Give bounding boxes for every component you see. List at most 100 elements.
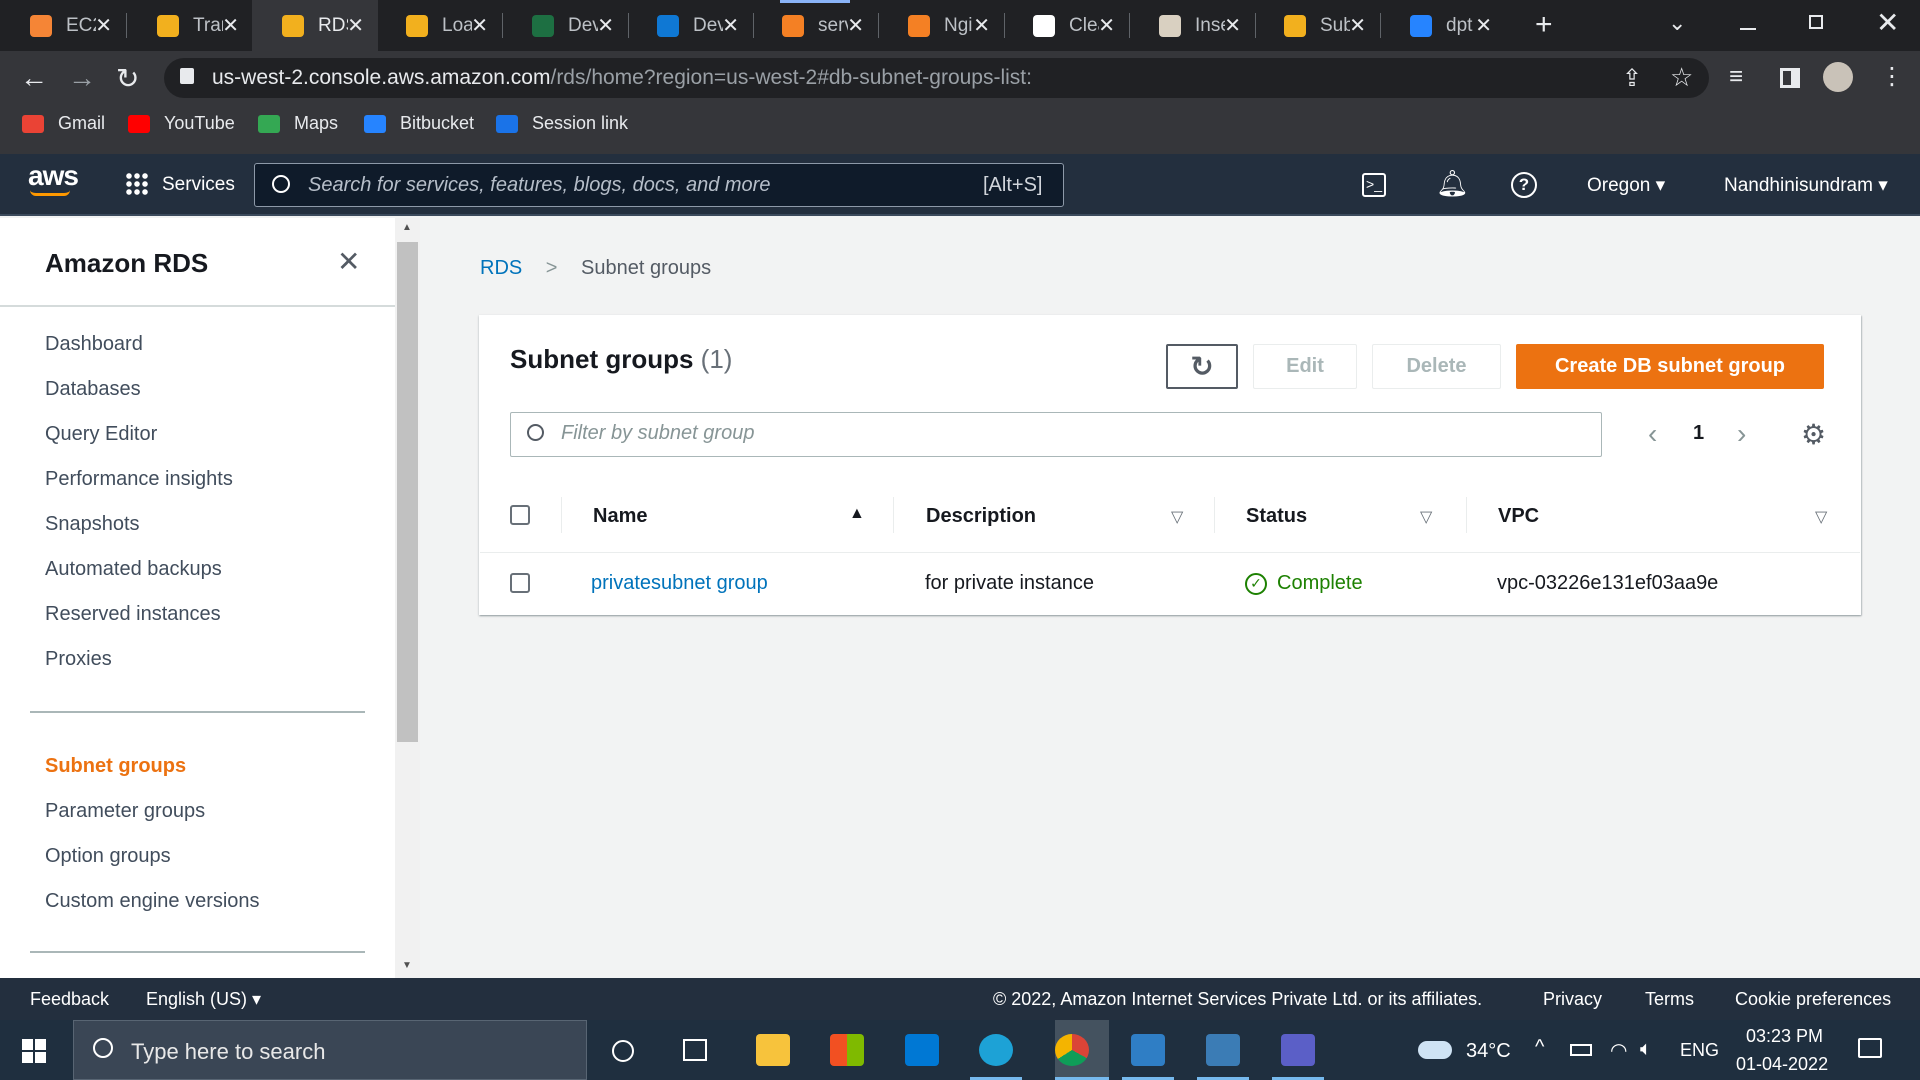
sidebar-item-custom-engine-versions[interactable]: Custom engine versions xyxy=(45,890,260,913)
sidebar-item-reserved-instances[interactable]: Reserved instances xyxy=(45,603,221,626)
bookmark-star-icon[interactable]: ☆ xyxy=(1670,62,1693,93)
sidebar-item-performance-insights[interactable]: Performance insights xyxy=(45,468,233,491)
chrome-menu-icon[interactable]: ⋮ xyxy=(1880,62,1904,91)
sidebar-item-dashboard[interactable]: Dashboard xyxy=(45,333,143,356)
prev-page-icon[interactable]: ‹ xyxy=(1648,418,1657,450)
column-header-name[interactable]: Name xyxy=(593,505,647,528)
browser-tab[interactable]: Clea✕ xyxy=(1003,0,1129,51)
scroll-up-arrow-icon[interactable]: ▲ xyxy=(402,222,412,233)
tab-close-icon[interactable]: ✕ xyxy=(722,13,739,38)
sort-icon[interactable]: ▽ xyxy=(1420,507,1432,527)
bookmark-bitbucket[interactable]: Bitbucket xyxy=(364,113,474,134)
remote-desktop-icon[interactable] xyxy=(1131,1034,1165,1066)
mysql-workbench-icon[interactable] xyxy=(1206,1034,1240,1066)
services-grid-icon[interactable] xyxy=(125,172,149,196)
tab-close-icon[interactable]: ✕ xyxy=(471,13,488,38)
help-icon[interactable]: ? xyxy=(1511,172,1537,198)
browser-tab[interactable]: Inse✕ xyxy=(1129,0,1255,51)
browser-tab[interactable]: Dev ✕ xyxy=(502,0,628,51)
browser-tab[interactable]: Ngi ✕ xyxy=(878,0,1004,51)
column-header-status[interactable]: Status xyxy=(1246,505,1307,528)
sidebar-item-query-editor[interactable]: Query Editor xyxy=(45,423,157,446)
notification-center-icon[interactable] xyxy=(1858,1038,1882,1058)
tab-close-icon[interactable]: ✕ xyxy=(597,13,614,38)
scroll-thumb[interactable] xyxy=(397,242,418,742)
tab-close-icon[interactable]: ✕ xyxy=(1349,13,1366,38)
sort-ascending-icon[interactable]: ▲ xyxy=(849,505,865,523)
chrome-icon[interactable] xyxy=(1055,1034,1089,1066)
column-header-vpc[interactable]: VPC xyxy=(1498,505,1539,528)
services-menu[interactable]: Services xyxy=(162,174,235,196)
close-window-button[interactable]: ✕ xyxy=(1876,6,1899,39)
weather-cloud-icon[interactable] xyxy=(1418,1041,1452,1059)
browser-tab[interactable]: Loa ✕ xyxy=(376,0,502,51)
sidebar-item-automated-backups[interactable]: Automated backups xyxy=(45,558,222,581)
feedback-link[interactable]: Feedback xyxy=(30,989,109,1010)
edge-icon[interactable] xyxy=(979,1034,1013,1066)
sidebar-item-databases[interactable]: Databases xyxy=(45,378,141,401)
select-all-checkbox[interactable] xyxy=(510,505,530,525)
windows-start-icon[interactable] xyxy=(22,1039,46,1063)
create-db-subnet-group-button[interactable]: Create DB subnet group xyxy=(1516,344,1824,389)
bookmark-youtube[interactable]: YouTube xyxy=(128,113,235,134)
restore-window-button[interactable] xyxy=(1809,15,1823,29)
input-language[interactable]: ENG xyxy=(1680,1040,1719,1061)
profile-avatar[interactable] xyxy=(1823,62,1853,92)
volume-icon[interactable]: 🔈︎ xyxy=(1640,1038,1652,1061)
browser-tab[interactable]: Dev ✕ xyxy=(627,0,753,51)
aws-search-input[interactable]: Search for services, features, blogs, do… xyxy=(308,174,770,197)
sort-icon[interactable]: ▽ xyxy=(1171,507,1183,527)
reading-list-icon[interactable]: ≡ xyxy=(1729,63,1743,91)
battery-icon[interactable] xyxy=(1570,1044,1592,1056)
tab-close-icon[interactable]: ✕ xyxy=(347,13,364,38)
tab-close-icon[interactable]: ✕ xyxy=(847,13,864,38)
tab-close-icon[interactable]: ✕ xyxy=(1224,13,1241,38)
breadcrumb-rds-link[interactable]: RDS xyxy=(480,257,522,279)
microsoft-store-icon[interactable] xyxy=(830,1034,864,1066)
teams-icon[interactable] xyxy=(1281,1034,1315,1066)
task-view-icon[interactable] xyxy=(683,1039,707,1061)
subnet-group-name-link[interactable]: privatesubnet group xyxy=(591,572,768,595)
refresh-button[interactable]: ↻ xyxy=(1166,344,1238,389)
browser-tab[interactable]: RDS✕ xyxy=(252,0,378,51)
tab-close-icon[interactable]: ✕ xyxy=(1098,13,1115,38)
browser-tab[interactable]: Trar✕ xyxy=(127,0,253,51)
sidebar-item-snapshots[interactable]: Snapshots xyxy=(45,513,140,536)
row-checkbox[interactable] xyxy=(510,573,530,593)
clock-time[interactable]: 03:23 PM xyxy=(1746,1026,1823,1047)
cookie-preferences-link[interactable]: Cookie preferences xyxy=(1735,989,1891,1010)
preferences-gear-icon[interactable]: ⚙ xyxy=(1801,418,1826,451)
share-icon[interactable]: ⇪ xyxy=(1622,64,1642,93)
wifi-icon[interactable]: ◠ xyxy=(1610,1038,1627,1063)
region-selector[interactable]: Oregon ▾ xyxy=(1587,174,1665,197)
minimize-window-button[interactable] xyxy=(1740,10,1756,30)
tab-close-icon[interactable]: ✕ xyxy=(973,13,990,38)
page-number[interactable]: 1 xyxy=(1693,422,1704,445)
privacy-link[interactable]: Privacy xyxy=(1543,989,1602,1010)
sidebar-item-subnet-groups[interactable]: Subnet groups xyxy=(45,755,186,778)
browser-tab[interactable]: serv✕ xyxy=(752,0,878,51)
sort-icon[interactable]: ▽ xyxy=(1815,507,1827,527)
browser-tab[interactable]: dpt ✕ xyxy=(1380,0,1506,51)
language-selector[interactable]: English (US) ▾ xyxy=(146,989,261,1010)
bookmark-gmail[interactable]: Gmail xyxy=(22,113,105,134)
clock-date[interactable]: 01-04-2022 xyxy=(1736,1054,1828,1075)
bookmark-maps[interactable]: Maps xyxy=(258,113,338,134)
next-page-icon[interactable]: › xyxy=(1737,418,1746,450)
sidebar-item-proxies[interactable]: Proxies xyxy=(45,648,112,671)
notifications-bell-icon[interactable]: 🔔︎ xyxy=(1436,168,1469,199)
tab-close-icon[interactable]: ✕ xyxy=(1475,13,1492,38)
sidebar-item-parameter-groups[interactable]: Parameter groups xyxy=(45,800,205,823)
close-sidebar-icon[interactable]: ✕ xyxy=(337,245,360,278)
terms-link[interactable]: Terms xyxy=(1645,989,1694,1010)
account-menu[interactable]: Nandhinisundram ▾ xyxy=(1724,174,1888,197)
sidebar-item-option-groups[interactable]: Option groups xyxy=(45,845,171,868)
cortana-icon[interactable] xyxy=(612,1040,634,1062)
bookmark-session-link[interactable]: Session link xyxy=(496,113,628,134)
tab-close-icon[interactable]: ✕ xyxy=(222,13,239,38)
tab-close-icon[interactable]: ✕ xyxy=(95,13,112,38)
reload-icon[interactable]: ↻ xyxy=(116,62,139,95)
delete-button[interactable]: Delete xyxy=(1372,344,1501,389)
browser-tab[interactable]: EC2✕ xyxy=(0,0,126,51)
url-text[interactable]: us-west-2.console.aws.amazon.com/rds/hom… xyxy=(212,66,1032,90)
